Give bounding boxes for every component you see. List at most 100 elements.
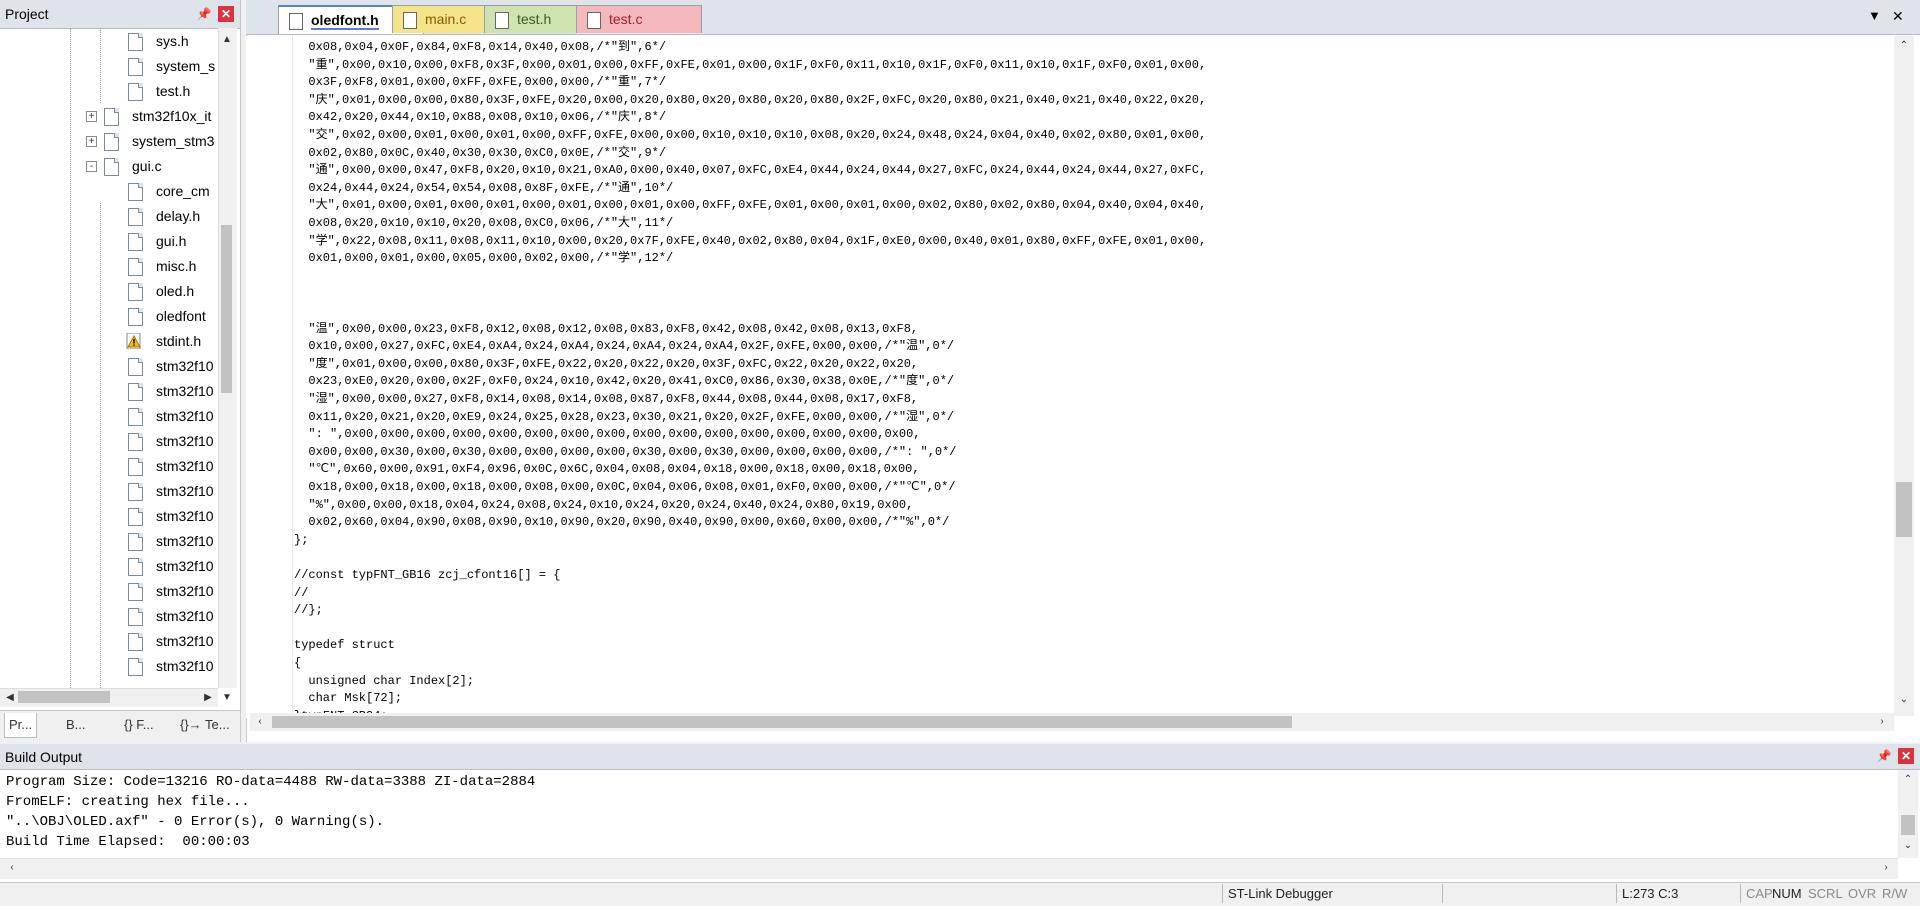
build-pin-icon[interactable]: 📌: [1876, 748, 1892, 764]
tree-item[interactable]: core_cm: [0, 180, 218, 202]
source-file-icon: [104, 158, 119, 176]
build-output-title: Build Output: [5, 749, 83, 765]
project-close-button[interactable]: ✕: [218, 6, 234, 22]
code-text[interactable]: 0x08,0x04,0x0F,0x84,0xF8,0x14,0x40,0x08,…: [294, 36, 1894, 718]
collapse-icon[interactable]: -: [86, 161, 97, 172]
tree-item[interactable]: stm32f10: [0, 630, 218, 652]
editor-close-icon[interactable]: ✕: [1892, 8, 1904, 25]
tree-item[interactable]: stm32f10: [0, 530, 218, 552]
scroll-up-arrow-icon[interactable]: ▲: [219, 32, 235, 48]
build-scroll-down-icon[interactable]: ⌄: [1900, 838, 1916, 854]
tree-item-label: test.h: [156, 83, 191, 99]
project-tree-hscroll-thumb[interactable]: [18, 691, 110, 703]
tab-books[interactable]: B...: [62, 713, 90, 737]
code-line: 0x3F,0xF8,0x01,0x00,0xFF,0xFE,0x00,0x00,…: [294, 75, 667, 90]
build-output-header: [0, 744, 1920, 770]
tree-item[interactable]: gui.h: [0, 230, 218, 252]
expand-icon[interactable]: +: [86, 136, 97, 147]
tree-item[interactable]: stm32f10: [0, 555, 218, 577]
tree-item[interactable]: test.h: [0, 80, 218, 102]
tree-item-label: gui.h: [156, 233, 187, 249]
header-file-icon: [128, 283, 143, 301]
editor-hscroll-thumb[interactable]: [272, 716, 1292, 728]
build-horizontal-scrollbar[interactable]: [0, 858, 1898, 879]
tree-item[interactable]: stm32f10: [0, 355, 218, 377]
tab-list-dropdown-icon[interactable]: ▼: [1868, 8, 1881, 23]
header-file-icon: [128, 233, 143, 251]
tree-item-label: stm32f10: [156, 483, 214, 499]
tree-item[interactable]: oled.h: [0, 280, 218, 302]
build-close-button[interactable]: ✕: [1898, 748, 1914, 764]
tree-item[interactable]: stm32f10: [0, 605, 218, 627]
header-file-icon: [128, 583, 143, 601]
tree-item[interactable]: stm32f10: [0, 455, 218, 477]
editor-scroll-up-icon[interactable]: ⌃: [1896, 38, 1912, 54]
header-file-icon: [128, 558, 143, 576]
build-scroll-right-icon[interactable]: ›: [1878, 860, 1894, 876]
code-line: 0x08,0x20,0x10,0x10,0x20,0x08,0xC0,0x06,…: [294, 216, 674, 230]
tree-item[interactable]: - gui.c: [0, 155, 218, 177]
header-file-icon: [128, 458, 143, 476]
warning-file-icon: [126, 333, 141, 349]
scroll-right-arrow-icon[interactable]: ▶: [200, 690, 216, 706]
tree-item[interactable]: stm32f10: [0, 580, 218, 602]
line-number-gutter: [246, 36, 293, 718]
source-file-icon: [104, 133, 119, 151]
code-line: };: [294, 532, 309, 547]
tree-item[interactable]: misc.h: [0, 255, 218, 277]
tab-functions[interactable]: {} F...: [120, 713, 158, 737]
pin-icon[interactable]: 📌: [196, 6, 212, 22]
tree-item-label: system_s: [156, 58, 216, 74]
tab-templates[interactable]: {}→ Te...: [176, 713, 234, 737]
tree-item[interactable]: system_s: [0, 55, 218, 77]
header-file-icon: [128, 433, 143, 451]
tree-item[interactable]: + system_stm3: [0, 130, 218, 152]
tree-item[interactable]: sys.h: [0, 30, 218, 52]
tree-item[interactable]: + stm32f10x_it: [0, 105, 218, 127]
tree-item[interactable]: stm32f10: [0, 655, 218, 677]
editor-vscroll-thumb[interactable]: [1896, 482, 1912, 537]
build-scroll-left-icon[interactable]: ‹: [4, 860, 20, 876]
tree-item-label: stm32f10: [156, 658, 214, 674]
scroll-down-arrow-icon[interactable]: ▼: [219, 690, 235, 706]
tree-item-label: gui.c: [132, 158, 162, 174]
tree-item[interactable]: stm32f10: [0, 505, 218, 527]
code-line: 0x11,0x20,0x21,0x20,0xE9,0x24,0x25,0x28,…: [294, 409, 955, 424]
tree-item[interactable]: stm32f10: [0, 430, 218, 452]
status-scrl: SCRL: [1808, 886, 1843, 901]
tree-item[interactable]: stm32f10: [0, 405, 218, 427]
source-file-icon: [104, 108, 119, 126]
tree-item[interactable]: delay.h: [0, 205, 218, 227]
code-line: //};: [294, 603, 323, 618]
code-line: //: [294, 585, 309, 600]
status-rw: R/W: [1882, 886, 1908, 901]
tree-item[interactable]: oledfont: [0, 305, 218, 327]
header-file-icon: [128, 533, 143, 551]
editor-vertical-scrollbar[interactable]: [1894, 36, 1914, 716]
expand-icon[interactable]: +: [86, 111, 97, 122]
build-vscroll-thumb[interactable]: [1901, 815, 1915, 835]
tab-test-c[interactable]: test.c: [576, 5, 702, 33]
status-separator: [1616, 884, 1617, 903]
editor-scroll-left-icon[interactable]: ‹: [252, 714, 268, 730]
tree-item-label: sys.h: [156, 33, 189, 49]
tree-item[interactable]: stdint.h: [0, 330, 218, 352]
header-file-icon: [128, 33, 143, 51]
tree-item-label: stdint.h: [156, 333, 202, 349]
code-line: 0x01,0x00,0x01,0x00,0x05,0x00,0x02,0x00,…: [294, 251, 674, 266]
build-scroll-up-icon[interactable]: ⌃: [1900, 772, 1916, 788]
build-line: Program Size: Code=13216 RO-data=4488 RW…: [6, 774, 536, 790]
header-file-icon: [128, 483, 143, 501]
scroll-left-arrow-icon[interactable]: ◀: [2, 690, 18, 706]
file-icon: [403, 12, 417, 29]
status-debugger: ST-Link Debugger: [1228, 886, 1333, 901]
status-separator: [1222, 884, 1223, 903]
tree-item[interactable]: stm32f10: [0, 380, 218, 402]
tab-project[interactable]: Pr...: [4, 713, 38, 738]
editor-scroll-right-icon[interactable]: ›: [1874, 714, 1890, 730]
project-tree-scroll-thumb[interactable]: [221, 225, 232, 393]
file-icon: [587, 12, 601, 29]
tree-item[interactable]: stm32f10: [0, 480, 218, 502]
status-cap: CAP: [1746, 886, 1773, 901]
editor-scroll-down-icon[interactable]: ⌄: [1896, 692, 1912, 708]
